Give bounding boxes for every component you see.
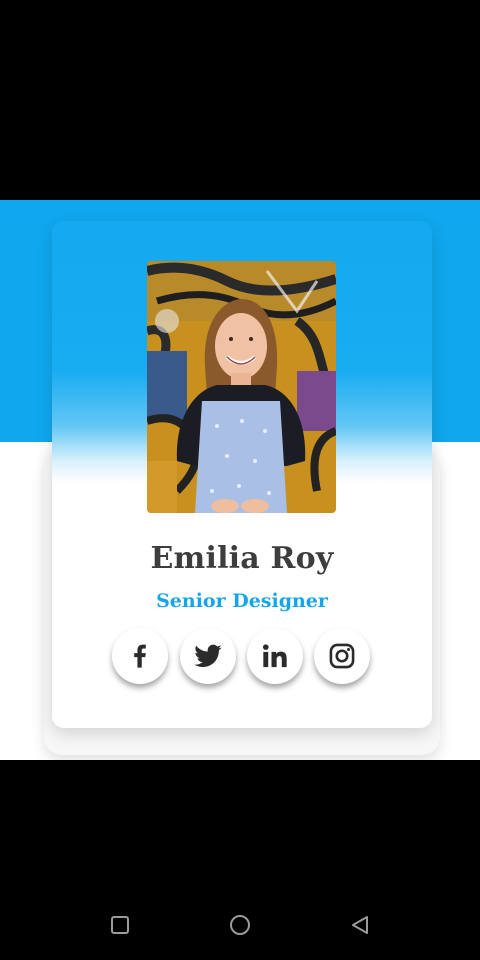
circle-icon <box>230 915 250 935</box>
instagram-button[interactable] <box>314 628 370 684</box>
triangle-back-icon <box>352 916 368 934</box>
home-button[interactable] <box>225 910 255 940</box>
twitter-button[interactable] <box>180 628 236 684</box>
facebook-icon <box>134 644 146 668</box>
square-icon <box>111 916 129 934</box>
profile-role: Senior Designer <box>156 590 328 612</box>
profile-photo <box>147 261 336 513</box>
profile-page: Emilia Roy Senior Designer <box>0 200 480 760</box>
facebook-button[interactable] <box>112 628 168 684</box>
system-navigation-bar <box>0 880 480 960</box>
social-links <box>112 628 372 686</box>
linkedin-button[interactable] <box>247 628 303 684</box>
profile-name: Emilia Roy <box>150 541 334 576</box>
profile-card: Emilia Roy Senior Designer <box>52 221 432 728</box>
linkedin-icon <box>262 644 287 668</box>
back-button[interactable] <box>345 910 375 940</box>
twitter-icon <box>194 644 222 668</box>
instagram-icon <box>329 643 355 669</box>
recents-button[interactable] <box>105 910 135 940</box>
phone-screen: Emilia Roy Senior Designer <box>0 0 480 960</box>
